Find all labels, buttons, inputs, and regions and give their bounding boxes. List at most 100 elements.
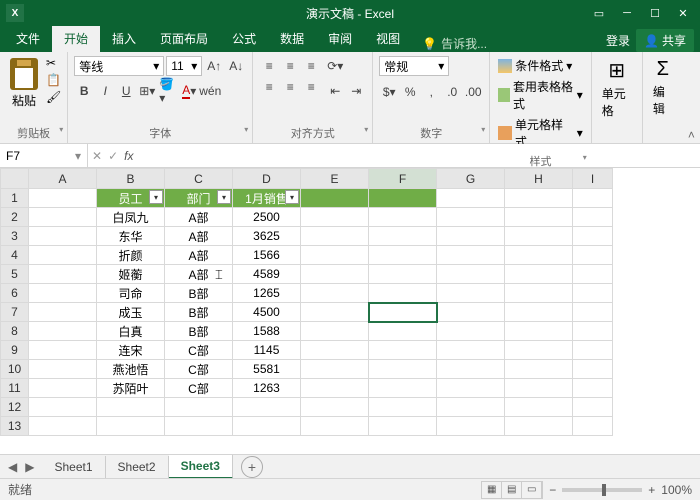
cell-A13[interactable] (29, 417, 97, 436)
cut-button[interactable]: ✂ (46, 56, 61, 70)
cell-E8[interactable] (301, 322, 369, 341)
cell-F11[interactable] (369, 379, 437, 398)
font-color-button[interactable]: A▾ (179, 81, 199, 101)
cell-D11[interactable]: 1263 (233, 379, 301, 398)
minimize-icon[interactable]: ─ (614, 3, 640, 23)
cell-I10[interactable] (573, 360, 613, 379)
paste-button[interactable]: 粘贴 (6, 56, 42, 111)
cell-B10[interactable]: 燕池悟 (97, 360, 165, 379)
cell-A7[interactable] (29, 303, 97, 322)
cell-B5[interactable]: 姬蘅 (97, 265, 165, 284)
filter-button[interactable]: ▾ (149, 190, 163, 204)
orientation-button[interactable]: ⟳▾ (325, 56, 345, 76)
cell-G7[interactable] (437, 303, 505, 322)
phonetic-button[interactable]: wén (200, 81, 220, 101)
cell-A11[interactable] (29, 379, 97, 398)
cell-H11[interactable] (505, 379, 573, 398)
increase-indent-button[interactable]: ⇥ (346, 81, 366, 101)
col-header-I[interactable]: I (573, 169, 613, 189)
cell-D3[interactable]: 3625 (233, 227, 301, 246)
font-size-combo[interactable]: 11▾ (166, 56, 202, 76)
tab-view[interactable]: 视图 (364, 25, 412, 52)
cell-B6[interactable]: 司命 (97, 284, 165, 303)
cell-I7[interactable] (573, 303, 613, 322)
tab-review[interactable]: 审阅 (316, 25, 364, 52)
row-header-8[interactable]: 8 (1, 322, 29, 341)
cell-B9[interactable]: 连宋 (97, 341, 165, 360)
cell-G12[interactable] (437, 398, 505, 417)
cell-G3[interactable] (437, 227, 505, 246)
sheet-tab-3[interactable]: Sheet3 (169, 455, 233, 479)
close-icon[interactable]: ✕ (670, 3, 696, 23)
cell-B4[interactable]: 折颜 (97, 246, 165, 265)
cell-I8[interactable] (573, 322, 613, 341)
zoom-out-button[interactable]: − (549, 483, 556, 497)
cell-B13[interactable] (97, 417, 165, 436)
cell-H4[interactable] (505, 246, 573, 265)
cell-I12[interactable] (573, 398, 613, 417)
col-header-B[interactable]: B (97, 169, 165, 189)
name-box[interactable]: F7▾ (0, 144, 88, 167)
cell-G8[interactable] (437, 322, 505, 341)
cell-G5[interactable] (437, 265, 505, 284)
percent-button[interactable]: % (400, 82, 420, 102)
tab-layout[interactable]: 页面布局 (148, 25, 220, 52)
cell-G1[interactable] (437, 189, 505, 208)
cell-G4[interactable] (437, 246, 505, 265)
cell-E7[interactable] (301, 303, 369, 322)
cell-H1[interactable] (505, 189, 573, 208)
cell-E10[interactable] (301, 360, 369, 379)
bold-button[interactable]: B (74, 81, 94, 101)
cell-F12[interactable] (369, 398, 437, 417)
cell-H13[interactable] (505, 417, 573, 436)
prev-sheet-button[interactable]: ◀ (8, 460, 17, 474)
cell-E3[interactable] (301, 227, 369, 246)
cell-A9[interactable] (29, 341, 97, 360)
row-header-1[interactable]: 1 (1, 189, 29, 208)
font-name-combo[interactable]: 等线▾ (74, 56, 164, 76)
zoom-slider[interactable] (562, 488, 642, 492)
underline-button[interactable]: U (116, 81, 136, 101)
cell-A6[interactable] (29, 284, 97, 303)
cell-F13[interactable] (369, 417, 437, 436)
cell-C5[interactable]: A部 (165, 265, 233, 284)
cell-E12[interactable] (301, 398, 369, 417)
cell-F2[interactable] (369, 208, 437, 227)
cell-E6[interactable] (301, 284, 369, 303)
row-header-4[interactable]: 4 (1, 246, 29, 265)
cell-I2[interactable] (573, 208, 613, 227)
cell-G13[interactable] (437, 417, 505, 436)
format-as-table-button[interactable]: 套用表格格式▾ (496, 77, 584, 113)
cell-D6[interactable]: 1265 (233, 284, 301, 303)
cell-E11[interactable] (301, 379, 369, 398)
cancel-icon[interactable]: ✕ (92, 149, 102, 163)
align-bottom-button[interactable]: ≡ (301, 56, 321, 76)
cell-I5[interactable] (573, 265, 613, 284)
cell-I9[interactable] (573, 341, 613, 360)
cell-D9[interactable]: 1145 (233, 341, 301, 360)
sheet-tab-2[interactable]: Sheet2 (106, 456, 169, 478)
col-header-C[interactable]: C (165, 169, 233, 189)
next-sheet-button[interactable]: ▶ (25, 460, 34, 474)
cell-D10[interactable]: 5581 (233, 360, 301, 379)
cell-B7[interactable]: 成玉 (97, 303, 165, 322)
row-header-11[interactable]: 11 (1, 379, 29, 398)
increase-decimal-button[interactable]: .0 (442, 82, 462, 102)
conditional-format-button[interactable]: 条件格式▾ (496, 56, 584, 75)
cell-C11[interactable]: C部 (165, 379, 233, 398)
cell-B1[interactable]: 员工▾ (97, 189, 165, 208)
col-header-H[interactable]: H (505, 169, 573, 189)
cell-E9[interactable] (301, 341, 369, 360)
cell-A8[interactable] (29, 322, 97, 341)
cell-D8[interactable]: 1588 (233, 322, 301, 341)
cell-F9[interactable] (369, 341, 437, 360)
cell-A12[interactable] (29, 398, 97, 417)
border-button[interactable]: ⊞▾ (137, 81, 157, 101)
cell-H12[interactable] (505, 398, 573, 417)
row-header-13[interactable]: 13 (1, 417, 29, 436)
cell-A2[interactable] (29, 208, 97, 227)
decrease-decimal-button[interactable]: .00 (463, 82, 483, 102)
cell-F1[interactable] (369, 189, 437, 208)
row-header-6[interactable]: 6 (1, 284, 29, 303)
cell-E13[interactable] (301, 417, 369, 436)
